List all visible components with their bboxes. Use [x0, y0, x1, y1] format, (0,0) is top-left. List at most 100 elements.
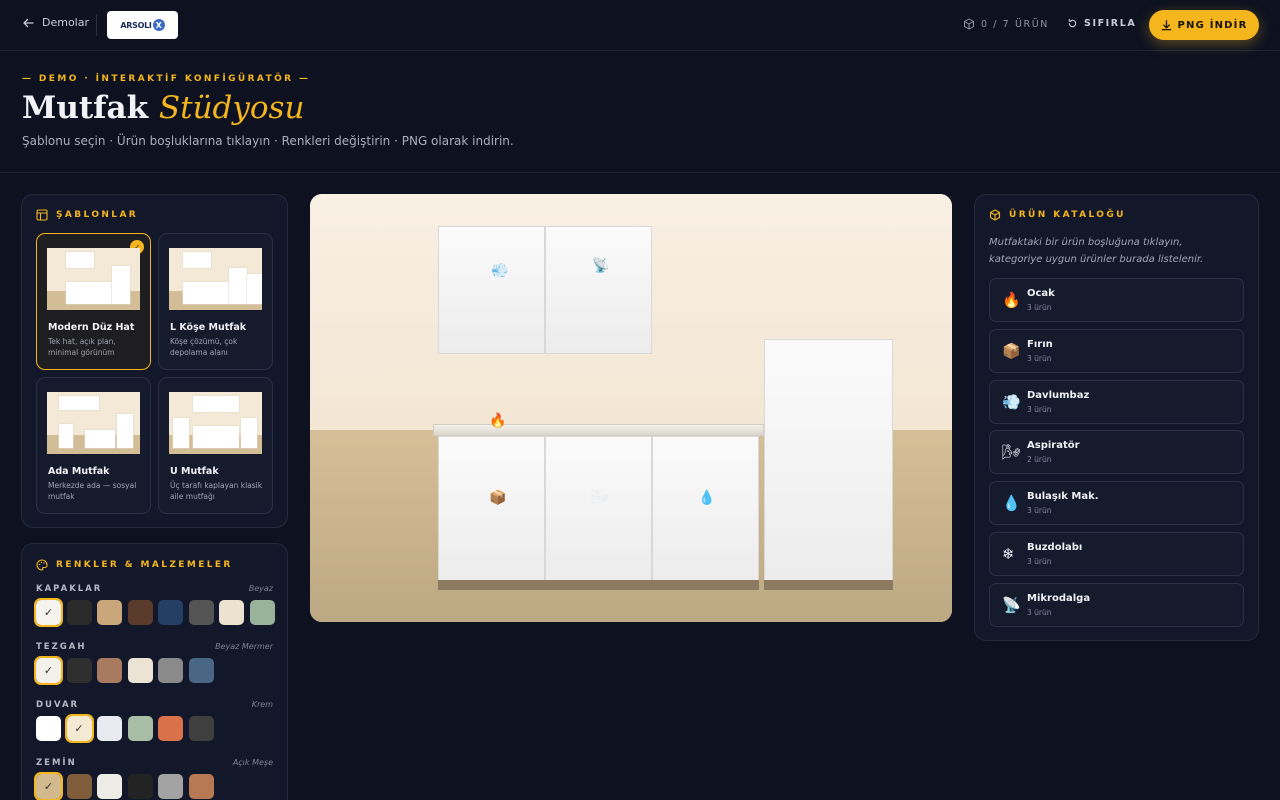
category-icon: 💨: [1002, 392, 1021, 411]
color-swatch[interactable]: [127, 716, 153, 741]
template-thumbnail: [47, 392, 140, 454]
catalog-item[interactable]: 💧 Bulaşık Mak. 3 ürün: [989, 481, 1244, 526]
davlumbaz-slot-icon[interactable]: 💨: [491, 263, 508, 279]
color-swatch[interactable]: [66, 658, 92, 683]
color-swatch[interactable]: [66, 774, 92, 799]
category-icon: 🌬: [1002, 443, 1022, 462]
brand-logo[interactable]: ARSOLI X: [107, 11, 178, 39]
check-icon: ✓: [43, 664, 54, 677]
color-swatch[interactable]: [249, 600, 275, 625]
template-thumbnail: [169, 248, 262, 310]
aspirator-slot-icon[interactable]: 🌬: [591, 490, 609, 506]
templates-title: ŞABLONLAR: [36, 209, 138, 221]
color-swatch[interactable]: [158, 774, 183, 799]
template-l-kose-mutfak[interactable]: L Köşe Mutfak Köşe çözümü, çok depolama …: [158, 233, 273, 370]
catalog-hint: Mutfaktaki bir ürün boşluğuna tıklayın, …: [989, 237, 1204, 265]
color-swatch[interactable]: [127, 600, 153, 625]
category-count: 3 ürün: [1027, 353, 1052, 363]
category-name: Bulaşık Mak.: [1027, 491, 1099, 503]
color-swatch[interactable]: [97, 658, 122, 683]
kitchen-canvas: 💨 📡 🔥 📦 🌬 💧: [310, 194, 952, 622]
png-label: PNG İNDİR: [1177, 19, 1248, 31]
color-swatch[interactable]: [158, 716, 183, 741]
page-title: Mutfak Stüdyosu: [22, 90, 304, 126]
color-swatch[interactable]: [188, 774, 214, 799]
colors-title: RENKLER & MALZEMELER: [36, 559, 233, 571]
template-name: U Mutfak: [170, 466, 219, 477]
color-group-label: ZEMİN: [36, 758, 77, 768]
base-cabinet-right[interactable]: [652, 436, 759, 581]
catalog-item[interactable]: 📦 Fırın 3 ürün: [989, 328, 1244, 373]
firin-slot-icon[interactable]: 📦: [489, 490, 506, 506]
color-swatch[interactable]: [188, 600, 214, 625]
mikrodalga-slot-icon[interactable]: 📡: [592, 258, 609, 274]
wall-cabinet-left[interactable]: [438, 226, 545, 354]
catalog-item[interactable]: 🌬 Aspiratör 2 ürün: [989, 430, 1244, 475]
color-swatch[interactable]: [158, 600, 183, 625]
color-swatch[interactable]: ✓: [34, 598, 63, 627]
category-count: 3 ürün: [1027, 303, 1052, 312]
color-swatch[interactable]: ✓: [64, 714, 94, 743]
color-swatch[interactable]: [219, 600, 244, 625]
color-swatch[interactable]: [127, 774, 153, 799]
template-modern-duz-hat[interactable]: ✓ Modern Düz Hat Tek hat, açık plan, min…: [36, 233, 151, 370]
catalog-item[interactable]: ❄ Buzdolabı 3 ürün: [989, 532, 1244, 576]
check-icon: ✓: [43, 606, 54, 619]
category-count: 3 ürün: [1027, 607, 1052, 617]
template-ada-mutfak[interactable]: Ada Mutfak Merkezde ada — sosyal mutfak: [36, 377, 151, 514]
template-desc: Üç tarafı kaplayan klasik aile mutfağı: [170, 481, 263, 501]
category-name: Davlumbaz: [1027, 389, 1090, 401]
color-swatch[interactable]: [97, 774, 122, 799]
countertop: [433, 424, 764, 436]
catalog-item[interactable]: 🔥 Ocak 3 ürün: [989, 278, 1244, 322]
color-group-value: Açık Meşe: [232, 758, 273, 767]
category-name: Aspiratör: [1027, 440, 1080, 452]
ocak-slot-icon[interactable]: 🔥: [489, 413, 506, 429]
color-swatch[interactable]: ✓: [34, 772, 63, 800]
color-group-value: Beyaz Mermer: [215, 642, 273, 651]
divider: [96, 14, 97, 36]
tall-fridge-cabinet[interactable]: [764, 339, 893, 581]
bulasik-slot-icon[interactable]: 💧: [698, 490, 715, 506]
color-group-label: DUVAR: [36, 700, 80, 710]
cube-icon: [989, 209, 1001, 221]
color-swatch[interactable]: [66, 600, 92, 625]
color-swatch[interactable]: [97, 600, 122, 625]
color-group-value: Beyaz: [248, 584, 273, 593]
color-swatch[interactable]: [158, 658, 183, 683]
counter-text: 0 / 7 ÜRÜN: [981, 18, 1049, 30]
template-u-mutfak[interactable]: U Mutfak Üç tarafı kaplayan klasik aile …: [158, 377, 273, 514]
template-name: Ada Mutfak: [48, 466, 110, 477]
color-group-label: KAPAKLAR: [36, 584, 103, 594]
color-swatch[interactable]: ✓: [34, 656, 63, 685]
catalog-item[interactable]: 📡 Mikrodalga 3 ürün: [989, 582, 1244, 627]
catalog-item[interactable]: 💨 Davlumbaz 3 ürün: [989, 379, 1244, 424]
category-name: Ocak: [1027, 288, 1055, 299]
color-swatch[interactable]: [36, 716, 61, 741]
template-thumbnail: [169, 392, 262, 454]
wall-cabinet-right[interactable]: [545, 226, 652, 354]
png-download-button[interactable]: PNG İNDİR: [1149, 10, 1259, 40]
category-count: 3 ürün: [1027, 506, 1052, 516]
eyebrow: — DEMO · İNTERAKTİF KONFİGÜRATÖR —: [22, 74, 311, 84]
base-plinth: [438, 580, 759, 590]
color-swatch[interactable]: [188, 716, 214, 741]
tall-plinth: [764, 580, 893, 590]
logo-text: ARSOLI: [120, 20, 152, 30]
base-cabinet-middle[interactable]: [545, 436, 652, 581]
color-swatch[interactable]: [188, 658, 214, 683]
reset-label: SIFIRLA: [1084, 18, 1137, 29]
arrow-left-icon: [23, 18, 34, 27]
reset-button[interactable]: SIFIRLA: [1067, 18, 1136, 29]
base-cabinet-left[interactable]: [438, 436, 545, 581]
category-name: Mikrodalga: [1027, 592, 1091, 604]
back-link[interactable]: Demolar: [22, 16, 89, 29]
template-name: Modern Düz Hat: [48, 322, 135, 333]
color-group-label: TEZGAH: [36, 642, 87, 652]
color-swatch[interactable]: [97, 716, 122, 741]
color-swatch[interactable]: [127, 658, 153, 683]
check-icon: ✓: [43, 780, 54, 793]
reset-icon: [1068, 18, 1077, 28]
title-main: Mutfak: [22, 90, 149, 126]
template-desc: Merkezde ada — sosyal mutfak: [48, 481, 137, 501]
